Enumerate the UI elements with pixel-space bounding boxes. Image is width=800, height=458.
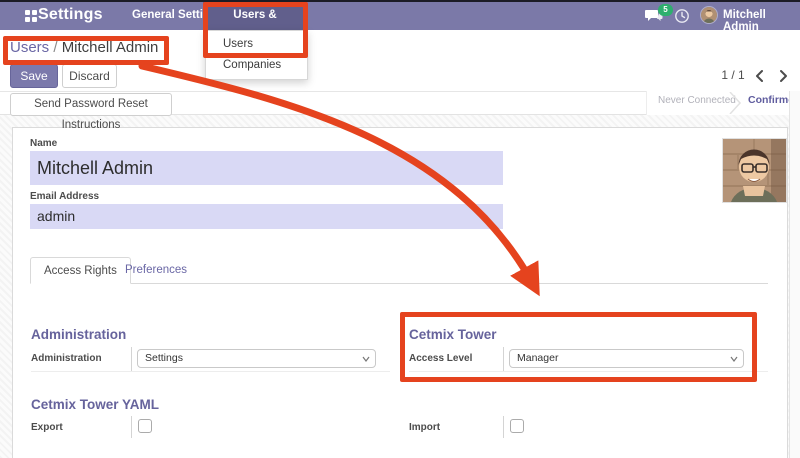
save-button[interactable]: Save [10, 64, 58, 88]
breadcrumb-link-users[interactable]: Users [10, 39, 49, 56]
pager-next-button[interactable] [776, 66, 792, 86]
user-avatar[interactable] [700, 6, 718, 24]
users-companies-dropdown: Users Companies [205, 30, 308, 80]
email-label: Email Address [30, 191, 99, 202]
export-checkbox[interactable] [138, 419, 152, 433]
export-field-label: Export [31, 417, 63, 438]
name-label: Name [30, 138, 57, 149]
pager-previous-button[interactable] [753, 66, 769, 86]
email-input[interactable]: admin [30, 204, 503, 229]
section-title-cetmix-tower: Cetmix Tower [409, 327, 497, 342]
import-checkbox[interactable] [510, 419, 524, 433]
import-field-label: Import [409, 417, 440, 438]
user-photo[interactable] [722, 138, 787, 203]
access-level-select[interactable]: Manager [509, 349, 744, 368]
messages-count-badge: 5 [658, 4, 673, 16]
dropdown-item-companies[interactable]: Companies [206, 55, 307, 76]
chevron-down-icon [730, 356, 738, 362]
administration-field-label: Administration [31, 348, 102, 369]
row-rule [409, 371, 768, 372]
section-title-administration: Administration [31, 327, 126, 342]
breadcrumb: Users / Mitchell Admin [10, 39, 158, 56]
divider [131, 416, 132, 438]
access-level-field-label: Access Level [409, 348, 472, 369]
send-password-reset-button[interactable]: Send Password Reset Instructions [10, 93, 172, 116]
top-navbar: Settings General Settings Users & Compan… [0, 0, 800, 30]
pager-counter: 1 / 1 [714, 68, 752, 82]
menu-users-companies[interactable]: Users & Companies [203, 0, 307, 30]
discard-button[interactable]: Discard [62, 64, 117, 88]
breadcrumb-current: Mitchell Admin [62, 39, 159, 56]
activity-clock-icon[interactable] [674, 8, 690, 24]
apps-menu-icon[interactable] [25, 10, 37, 22]
divider [503, 347, 504, 371]
status-never-connected[interactable]: Never Connected [658, 95, 736, 106]
section-title-cetmix-tower-yaml: Cetmix Tower YAML [31, 397, 159, 412]
tab-preferences[interactable]: Preferences [112, 257, 200, 284]
chevron-down-icon [362, 356, 370, 362]
divider [503, 416, 504, 438]
row-rule [31, 371, 390, 372]
statusbar-chevron-icon [728, 92, 742, 119]
dropdown-item-users[interactable]: Users [206, 34, 307, 55]
breadcrumb-separator: / [53, 39, 61, 56]
divider [131, 347, 132, 371]
app-title[interactable]: Settings [38, 6, 103, 24]
user-menu-name[interactable]: Mitchell Admin [723, 9, 800, 33]
window-top-edge [0, 0, 800, 2]
name-input[interactable]: Mitchell Admin [30, 151, 503, 185]
vertical-scrollbar[interactable] [789, 91, 800, 458]
administration-select[interactable]: Settings [137, 349, 376, 368]
